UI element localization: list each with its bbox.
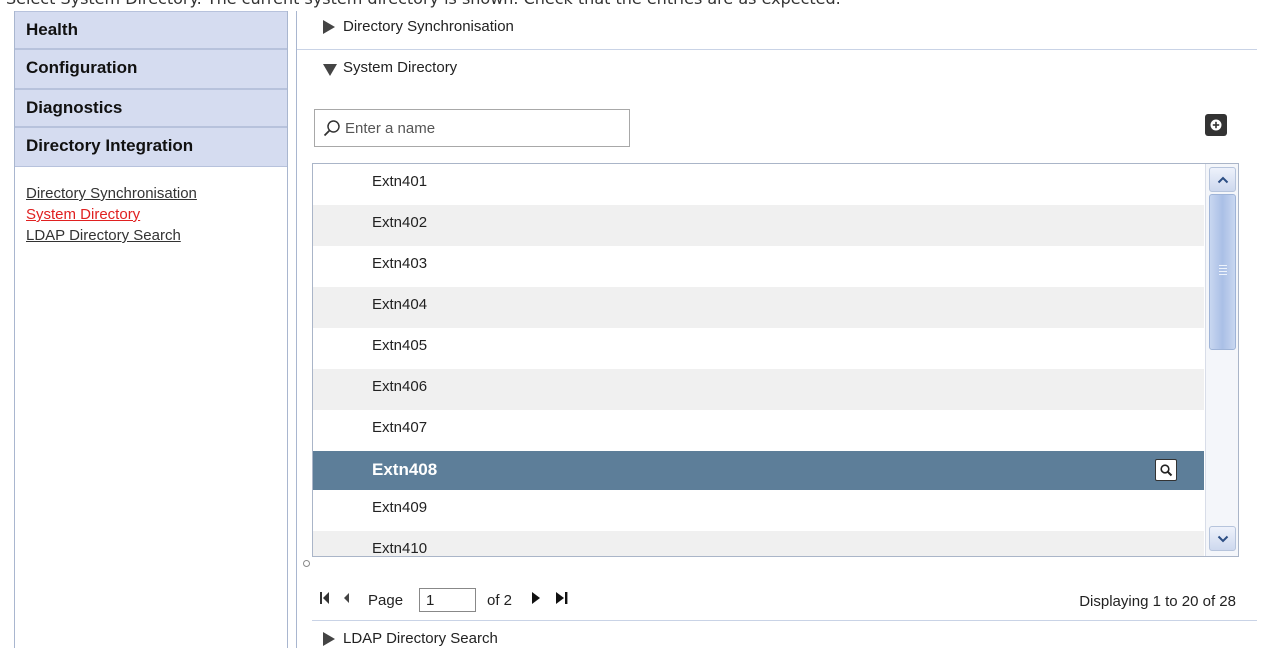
pager: Page 1 of 2 Displaying 1 to 20 of 28 [312, 571, 1257, 621]
list-scrollbar[interactable] [1205, 164, 1238, 556]
page-caption: Select System Directory. The current sys… [6, 0, 1271, 9]
section-directory-synchronisation[interactable]: Directory Synchronisation [297, 10, 1257, 50]
displaying-count: Displaying 1 to 20 of 28 [1079, 593, 1236, 610]
section-title: Directory Synchronisation [343, 18, 514, 35]
chevron-up-icon [1217, 176, 1228, 183]
entry-name: Extn408 [372, 460, 438, 479]
list-item[interactable]: Extn405 [313, 328, 1204, 369]
entry-name: Extn410 [372, 540, 428, 557]
expand-arrow-icon [323, 20, 335, 34]
search-icon [323, 120, 340, 137]
add-entry-button[interactable] [1205, 114, 1227, 136]
list-item[interactable]: Extn402 [313, 205, 1204, 246]
next-page-icon[interactable] [531, 591, 541, 605]
list-item[interactable]: Extn401 [313, 164, 1204, 205]
section-ldap-directory-search[interactable]: LDAP Directory Search [297, 622, 1257, 648]
left-navigation: Health Configuration Diagnostics Directo… [14, 11, 288, 648]
list-item[interactable]: Extn404 [313, 287, 1204, 328]
scroll-thumb[interactable] [1209, 194, 1236, 350]
list-item[interactable]: Extn406 [313, 369, 1204, 410]
search-input[interactable] [345, 119, 625, 137]
scroll-up-button[interactable] [1209, 167, 1236, 192]
entry-name: Extn406 [372, 378, 428, 395]
section-title: System Directory [343, 59, 458, 76]
search-box [314, 109, 630, 147]
list-item[interactable]: Extn403 [313, 246, 1204, 287]
magnifier-icon [1160, 464, 1173, 477]
section-system-directory[interactable]: System Directory [297, 51, 1257, 91]
expand-arrow-icon [323, 632, 335, 646]
scroll-down-button[interactable] [1209, 526, 1236, 551]
page-number-input[interactable]: 1 [419, 588, 476, 612]
nav-header-health[interactable]: Health [15, 11, 287, 49]
nav-header-diagnostics[interactable]: Diagnostics [15, 89, 287, 127]
view-entry-button[interactable] [1155, 459, 1177, 481]
chevron-down-icon [1217, 535, 1228, 542]
first-page-icon[interactable] [319, 591, 331, 605]
main-panel: Directory Synchronisation System Directo… [296, 11, 1271, 648]
directory-list: Extn401 Extn402 Extn403 Extn404 Extn405 … [312, 163, 1239, 557]
entry-name: Extn409 [372, 499, 428, 516]
page-label: Page [368, 592, 404, 609]
add-icon [1210, 119, 1222, 131]
grip-icon [1219, 265, 1227, 275]
nav-header-directory-integration[interactable]: Directory Integration [15, 127, 287, 167]
list-item[interactable]: Extn407 [313, 410, 1204, 451]
list-item-selected[interactable]: Extn408 [313, 451, 1204, 490]
nav-links: Directory Synchronisation System Directo… [15, 167, 287, 246]
entry-name: Extn405 [372, 337, 428, 354]
entry-name: Extn404 [372, 296, 428, 313]
entry-name: Extn402 [372, 214, 428, 231]
nav-link-directory-synchronisation[interactable]: Directory Synchronisation [26, 183, 287, 204]
collapse-arrow-icon [323, 64, 337, 76]
nav-link-system-directory[interactable]: System Directory [26, 204, 287, 225]
nav-header-configuration[interactable]: Configuration [15, 49, 287, 89]
entry-name: Extn403 [372, 255, 428, 272]
splitter-handle[interactable] [303, 560, 310, 567]
directory-rows: Extn401 Extn402 Extn403 Extn404 Extn405 … [313, 164, 1204, 557]
nav-link-ldap-directory-search[interactable]: LDAP Directory Search [26, 225, 287, 246]
entry-name: Extn401 [372, 173, 428, 190]
page-count-label: of 2 [487, 592, 513, 609]
prev-page-icon[interactable] [342, 591, 350, 605]
last-page-icon[interactable] [555, 591, 569, 605]
section-title: LDAP Directory Search [343, 630, 498, 647]
list-item[interactable]: Extn409 [313, 490, 1204, 531]
entry-name: Extn407 [372, 419, 428, 436]
list-item[interactable]: Extn410 [313, 531, 1204, 557]
